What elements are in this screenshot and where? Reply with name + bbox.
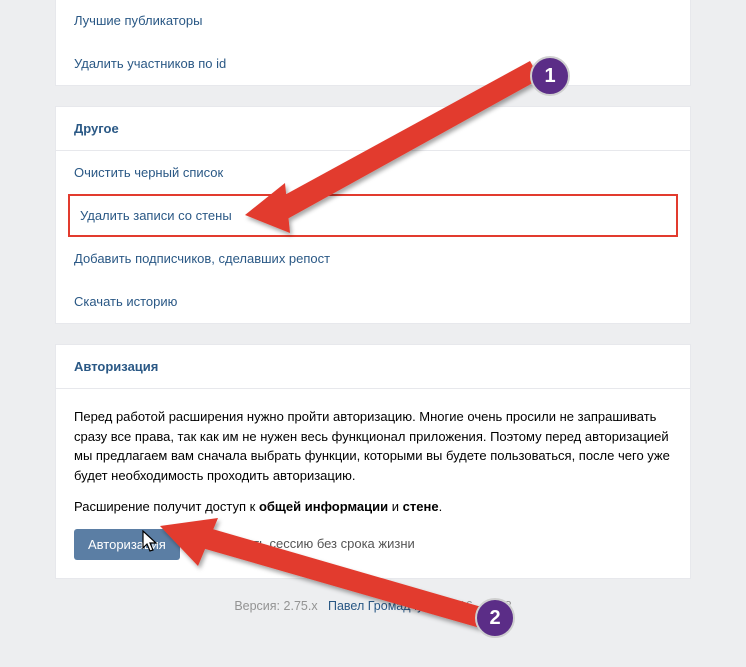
session-no-expiry-checkbox[interactable] (188, 537, 202, 551)
section-header-other: Другое (56, 107, 690, 151)
session-no-expiry-label: - сделать сессию без срока жизни (210, 534, 415, 554)
list-item-clear-blacklist[interactable]: Очистить черный список (56, 151, 690, 194)
list-item-add-repost-subscribers[interactable]: Добавить подписчиков, сделавших репост (56, 237, 690, 280)
footer-author-link[interactable]: Павел Громадчук (328, 599, 429, 613)
auth-access-text: Расширение получит доступ к общей информ… (74, 497, 672, 517)
list-item-download-history[interactable]: Скачать историю (56, 280, 690, 323)
auth-button[interactable]: Авторизация (74, 529, 180, 560)
footer-text: Версия: 2.75.x Павел Громадчук © 2016 - … (55, 599, 691, 613)
section-header-auth: Авторизация (56, 345, 690, 389)
list-item-delete-members-by-id[interactable]: Удалить участников по id (56, 42, 690, 85)
auth-intro-text: Перед работой расширения нужно пройти ав… (74, 407, 672, 485)
list-item-best-publishers[interactable]: Лучшие публикаторы (56, 0, 690, 42)
list-item-delete-wall-posts[interactable]: Удалить записи со стены (74, 198, 672, 233)
